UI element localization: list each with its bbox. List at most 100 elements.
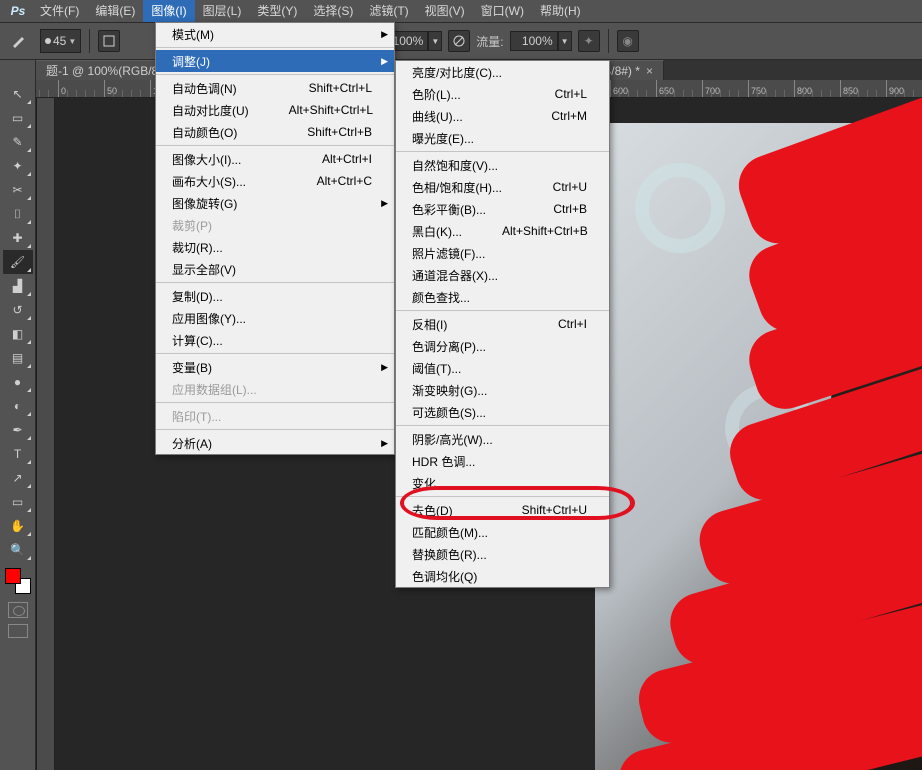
- wand-tool[interactable]: ✦: [3, 154, 33, 178]
- menu-1[interactable]: 编辑(E): [87, 0, 143, 22]
- menu-4[interactable]: 类型(Y): [249, 0, 305, 22]
- menu-item[interactable]: 变化...: [396, 472, 609, 494]
- build-up-icon[interactable]: ✦: [578, 30, 600, 52]
- menu-adjustments-dropdown: 亮度/对比度(C)...色阶(L)...Ctrl+L曲线(U)...Ctrl+M…: [395, 60, 610, 588]
- menu-item[interactable]: 复制(D)...: [156, 285, 394, 307]
- menu-item[interactable]: 曲线(U)...Ctrl+M: [396, 105, 609, 127]
- dodge-tool[interactable]: ◐: [3, 394, 33, 418]
- menu-item[interactable]: 自动对比度(U)Alt+Shift+Ctrl+L: [156, 99, 394, 121]
- menu-item[interactable]: 反相(I)Ctrl+I: [396, 313, 609, 335]
- menu-item[interactable]: 亮度/对比度(C)...: [396, 61, 609, 83]
- menu-item[interactable]: HDR 色调...: [396, 450, 609, 472]
- flow-field[interactable]: 100%: [510, 31, 558, 51]
- path-select-tool[interactable]: ↗: [3, 466, 33, 490]
- menu-item[interactable]: 照片滤镜(F)...: [396, 242, 609, 264]
- menu-item[interactable]: 模式(M)▶: [156, 23, 394, 45]
- zoom-tool[interactable]: 🔍: [3, 538, 33, 562]
- airbrush-toggle-icon[interactable]: [448, 30, 470, 52]
- menu-item[interactable]: 自动颜色(O)Shift+Ctrl+B: [156, 121, 394, 143]
- menu-2[interactable]: 图像(I): [143, 0, 194, 22]
- menu-item[interactable]: 色彩平衡(B)...Ctrl+B: [396, 198, 609, 220]
- color-swatches[interactable]: [3, 566, 33, 596]
- ruler-tick: 50: [104, 80, 117, 98]
- lasso-tool[interactable]: ✎: [3, 130, 33, 154]
- blur-tool[interactable]: ●: [3, 370, 33, 394]
- brush-size-chip[interactable]: 45 ▼: [40, 29, 81, 53]
- menu-item[interactable]: 去色(D)Shift+Ctrl+U: [396, 499, 609, 521]
- pen-tool[interactable]: ✒: [3, 418, 33, 442]
- submenu-arrow-icon: ▶: [381, 56, 388, 67]
- menu-item: 陷印(T)...: [156, 405, 394, 427]
- close-icon[interactable]: ×: [646, 64, 653, 78]
- submenu-arrow-icon: ▶: [381, 198, 388, 209]
- menu-item[interactable]: 裁切(R)...: [156, 236, 394, 258]
- app-logo: Ps: [4, 2, 32, 20]
- menu-item[interactable]: 匹配颜色(M)...: [396, 521, 609, 543]
- menu-7[interactable]: 视图(V): [417, 0, 473, 22]
- menu-item[interactable]: 黑白(K)...Alt+Shift+Ctrl+B: [396, 220, 609, 242]
- menu-item[interactable]: 应用图像(Y)...: [156, 307, 394, 329]
- crop-tool[interactable]: ✂: [3, 178, 33, 202]
- eraser-tool[interactable]: ◧: [3, 322, 33, 346]
- marquee-tool[interactable]: ▭: [3, 106, 33, 130]
- menu-item[interactable]: 曝光度(E)...: [396, 127, 609, 149]
- menu-item[interactable]: 色调均化(Q): [396, 565, 609, 587]
- history-brush-tool[interactable]: ↺: [3, 298, 33, 322]
- move-tool[interactable]: ↖: [3, 82, 33, 106]
- menu-item[interactable]: 显示全部(V): [156, 258, 394, 280]
- menu-item[interactable]: 渐变映射(G)...: [396, 379, 609, 401]
- menubar: Ps 文件(F)编辑(E)图像(I)图层(L)类型(Y)选择(S)滤镜(T)视图…: [0, 0, 922, 22]
- menu-item[interactable]: 阴影/高光(W)...: [396, 428, 609, 450]
- type-tool[interactable]: T: [3, 442, 33, 466]
- stamp-tool[interactable]: ▟: [3, 274, 33, 298]
- tablet-pressure-icon[interactable]: ◉: [617, 30, 639, 52]
- hand-tool[interactable]: ✋: [3, 514, 33, 538]
- menu-item[interactable]: 替换颜色(R)...: [396, 543, 609, 565]
- menu-item[interactable]: 通道混合器(X)...: [396, 264, 609, 286]
- menu-item[interactable]: 变量(B)▶: [156, 356, 394, 378]
- document-tab[interactable]: 题-1 @ 100%(RGB/8): [36, 60, 173, 80]
- menu-item[interactable]: 阈值(T)...: [396, 357, 609, 379]
- menu-item[interactable]: 自然饱和度(V)...: [396, 154, 609, 176]
- menu-0[interactable]: 文件(F): [32, 0, 87, 22]
- menu-item: 裁剪(P): [156, 214, 394, 236]
- menu-8[interactable]: 窗口(W): [473, 0, 532, 22]
- submenu-arrow-icon: ▶: [381, 362, 388, 373]
- menu-item[interactable]: 色阶(L)...Ctrl+L: [396, 83, 609, 105]
- document-image: [595, 123, 922, 770]
- screenmode-toggle[interactable]: [8, 624, 28, 638]
- tool-panel: ↖▭✎✦✂⌷✚🖌▟↺◧▤●◐✒T↗▭✋🔍: [0, 60, 36, 770]
- zoom-dropdown[interactable]: ▼: [428, 31, 442, 51]
- menu-item[interactable]: 调整(J)▶: [156, 50, 394, 72]
- ruler-tick: 0: [58, 80, 66, 98]
- tool-preset-icon[interactable]: [6, 27, 34, 55]
- shape-tool[interactable]: ▭: [3, 490, 33, 514]
- menu-3[interactable]: 图层(L): [195, 0, 250, 22]
- flow-dropdown[interactable]: ▼: [558, 31, 572, 51]
- brush-panel-toggle-icon[interactable]: [98, 30, 120, 52]
- gradient-tool[interactable]: ▤: [3, 346, 33, 370]
- menu-item[interactable]: 自动色调(N)Shift+Ctrl+L: [156, 77, 394, 99]
- menu-item[interactable]: 色相/饱和度(H)...Ctrl+U: [396, 176, 609, 198]
- menu-item[interactable]: 画布大小(S)...Alt+Ctrl+C: [156, 170, 394, 192]
- quickmask-toggle[interactable]: [8, 602, 28, 618]
- brush-tool[interactable]: 🖌: [3, 250, 33, 274]
- submenu-arrow-icon: ▶: [381, 438, 388, 449]
- vertical-ruler: [37, 98, 55, 770]
- menu-item[interactable]: 计算(C)...: [156, 329, 394, 351]
- menu-item[interactable]: 颜色查找...: [396, 286, 609, 308]
- menu-item[interactable]: 色调分离(P)...: [396, 335, 609, 357]
- menu-item: 应用数据组(L)...: [156, 378, 394, 400]
- menu-item[interactable]: 图像旋转(G)▶: [156, 192, 394, 214]
- menu-5[interactable]: 选择(S): [305, 0, 361, 22]
- eyedropper-tool[interactable]: ⌷: [3, 202, 33, 226]
- submenu-arrow-icon: ▶: [381, 29, 388, 40]
- brush-size-value: 45: [53, 34, 66, 48]
- menu-item[interactable]: 图像大小(I)...Alt+Ctrl+I: [156, 148, 394, 170]
- menu-item[interactable]: 可选颜色(S)...: [396, 401, 609, 423]
- healing-brush-tool[interactable]: ✚: [3, 226, 33, 250]
- menu-9[interactable]: 帮助(H): [532, 0, 589, 22]
- menu-6[interactable]: 滤镜(T): [361, 0, 416, 22]
- options-bar: 45 ▼ 100% ▼ 流量: 100% ▼ ✦ ◉: [0, 22, 922, 60]
- menu-item[interactable]: 分析(A)▶: [156, 432, 394, 454]
